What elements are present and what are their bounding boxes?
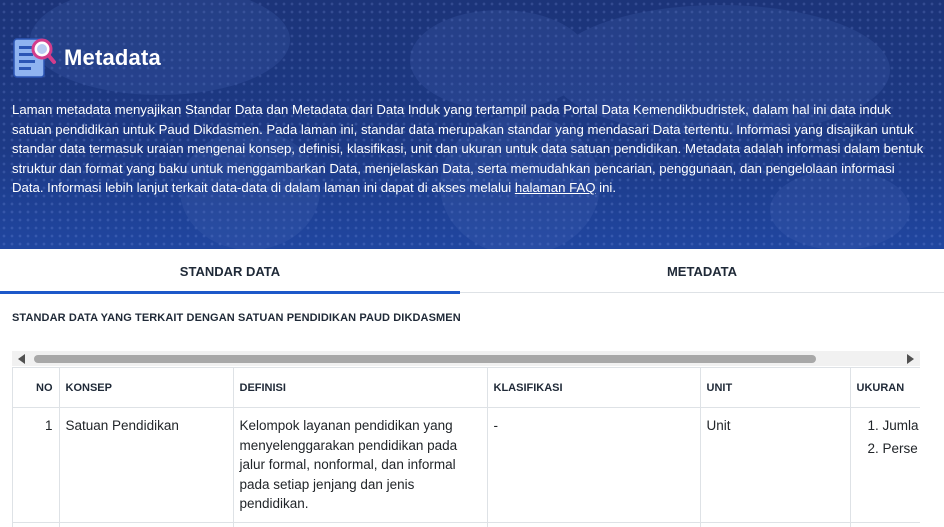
ukuran-list-item: Jumla: [883, 416, 921, 436]
cell-ukuran: Jumla Perse: [850, 407, 921, 523]
intro-tail: ini.: [595, 180, 617, 195]
scroll-right-arrow-icon[interactable]: [907, 354, 914, 364]
table-row: 1 Satuan Pendidikan Kelompok layanan pen…: [13, 407, 921, 523]
cell-klasifikasi: -: [487, 407, 701, 523]
page-header: Metadata Laman metadata menyajikan Stand…: [0, 0, 944, 249]
column-header-ukuran: UKURAN: [850, 367, 920, 408]
cell-no: 1: [13, 407, 60, 523]
cell-unit: Unit: [700, 407, 851, 523]
standar-data-table: NO KONSEP DEFINISI KLASIFIKASI UNIT UKUR…: [13, 367, 920, 527]
tab-standar-data[interactable]: STANDAR DATA: [0, 249, 460, 294]
metadata-document-search-icon: [12, 35, 56, 81]
table-header-row: NO KONSEP DEFINISI KLASIFIKASI UNIT UKUR…: [13, 367, 920, 408]
intro-paragraph: Laman metadata menyajikan Standar Data d…: [12, 100, 927, 198]
intro-text: Laman metadata menyajikan Standar Data d…: [12, 102, 924, 195]
column-header-konsep: KONSEP: [59, 367, 234, 408]
column-header-klasifikasi: KLASIFIKASI: [487, 367, 701, 408]
scrollbar-thumb[interactable]: [34, 355, 816, 363]
scroll-left-arrow-icon[interactable]: [18, 354, 25, 364]
ukuran-list-item: Perse: [883, 439, 921, 459]
page-title: Metadata: [64, 45, 161, 70]
column-header-unit: UNIT: [700, 367, 851, 408]
cell-konsep: Satuan Pendidikan: [59, 407, 234, 523]
tab-metadata[interactable]: METADATA: [460, 249, 944, 293]
horizontal-scrollbar[interactable]: [12, 351, 920, 366]
column-header-definisi: DEFINISI: [233, 367, 488, 408]
tab-bar: STANDAR DATA METADATA: [0, 249, 944, 294]
standar-data-table-container: NO KONSEP DEFINISI KLASIFIKASI UNIT UKUR…: [12, 367, 920, 527]
ukuran-list: Jumla Perse: [857, 416, 921, 458]
cell-definisi: Kelompok layanan pendidikan yang menyele…: [233, 407, 488, 523]
column-header-no: NO: [13, 367, 60, 408]
title-row: Metadata: [12, 34, 161, 82]
section-heading: STANDAR DATA YANG TERKAIT DENGAN SATUAN …: [12, 312, 461, 324]
faq-link[interactable]: halaman FAQ: [515, 180, 596, 195]
